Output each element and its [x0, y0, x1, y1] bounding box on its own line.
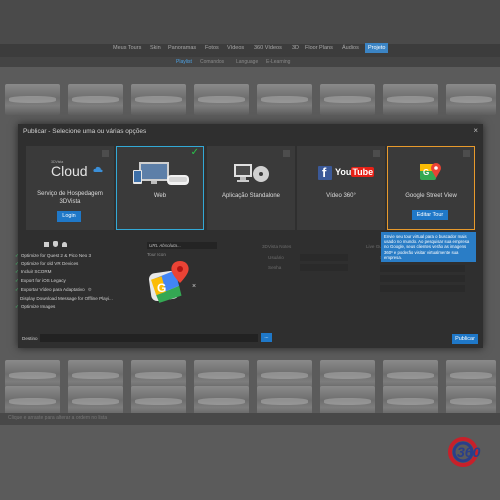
close-icon[interactable]: ×: [473, 126, 478, 135]
app-header: [0, 0, 500, 44]
panorama-thumb[interactable]: [446, 84, 496, 115]
android-icon: [62, 242, 67, 247]
footer-bar: Clique e arraste para alterar a ordem no…: [0, 413, 500, 425]
server-input[interactable]: [380, 265, 465, 272]
subtab-playlist[interactable]: Playlist: [176, 59, 192, 65]
checkbox[interactable]: [463, 150, 470, 157]
card-cloud-hosting[interactable]: 3DVista Cloud Serviço de Hospedagem 3DVi…: [26, 146, 114, 230]
footer-hint: Clique e arraste para alterar a ordem no…: [8, 415, 108, 421]
panorama-thumb[interactable]: [131, 84, 186, 115]
tab-floor-plans[interactable]: Floor Plans: [305, 45, 333, 51]
brand-360-logo: 360: [448, 437, 481, 467]
tab-videos[interactable]: Vídeos: [227, 45, 244, 51]
apple-icon: [53, 241, 58, 247]
publish-button[interactable]: Publicar: [452, 334, 478, 344]
server-input-3[interactable]: [380, 285, 465, 292]
tab-meus-tours[interactable]: Meus Tours: [113, 45, 141, 51]
username-label: Usuário: [268, 255, 284, 260]
panorama-thumb[interactable]: [194, 84, 249, 115]
check-icon: ✓: [15, 287, 19, 292]
option-old-vr[interactable]: ✓ Optimize for old VR Devices: [15, 261, 78, 267]
tab-projeto[interactable]: Projeto: [365, 43, 389, 53]
computer-disc-icon: [234, 164, 269, 182]
url-input[interactable]: URL Absoluta...: [147, 242, 217, 249]
destination-input[interactable]: [40, 334, 258, 342]
street-view-icon: G: [420, 163, 441, 180]
tour-icon-label: Tour Icon: [147, 252, 166, 257]
gear-icon[interactable]: ⚙: [88, 287, 92, 292]
checkbox[interactable]: [102, 150, 109, 157]
svg-text:G: G: [157, 281, 166, 295]
server-input-2[interactable]: [380, 275, 465, 282]
panorama-thumb[interactable]: [320, 84, 375, 115]
street-view-tooltip: Envie seu tour virtual para o buscador m…: [381, 232, 476, 262]
edit-tour-button[interactable]: Editar Tour: [412, 210, 448, 220]
notes-label: 3DVista Notes: [262, 244, 292, 249]
panorama-thumb[interactable]: [383, 84, 438, 115]
card-label-line1: Serviço de Hospedagem: [37, 191, 103, 197]
youtube-icon: YouTube: [335, 167, 375, 177]
option-quest2[interactable]: ✓ Optimize for Quest 2 & Pico Neo 3: [15, 253, 91, 259]
tab-3d[interactable]: 3D: [292, 45, 299, 51]
svg-text:×: ×: [192, 283, 196, 290]
check-icon[interactable]: ✓: [191, 147, 199, 158]
login-button[interactable]: Login: [57, 211, 81, 222]
svg-text:360: 360: [457, 444, 481, 460]
card-street-view[interactable]: G Google Street View Editar Tour: [387, 146, 475, 230]
google-maps-tour-icon[interactable]: G ×: [147, 258, 199, 306]
option-adaptive-video[interactable]: ✓ Exportar Vídeo para Adaptativo ⚙: [15, 287, 92, 293]
check-icon: ✓: [15, 304, 19, 309]
subtab-comandos[interactable]: Comandos: [200, 59, 224, 65]
password-input[interactable]: [300, 264, 348, 271]
checkbox[interactable]: [283, 150, 290, 157]
card-web[interactable]: ✓ Web: [116, 146, 204, 230]
live-guided-label: Live Gu: [366, 244, 382, 249]
password-label: Senha: [268, 265, 282, 270]
tab-fotos[interactable]: Fotos: [205, 45, 219, 51]
card-standalone[interactable]: Aplicação Standalone: [207, 146, 295, 230]
tab-360-videos[interactable]: 360 Vídeos: [254, 45, 282, 51]
card-label: Web: [153, 193, 167, 199]
check-icon: ✓: [15, 269, 19, 274]
card-label: Aplicação Standalone: [221, 193, 281, 199]
card-label: Google Street View: [405, 193, 457, 199]
destination-label: Destino: [22, 336, 38, 341]
platform-icons: [44, 241, 72, 248]
sub-nav: Playlist Comandos Language E-Learning: [0, 57, 500, 67]
check-icon: ✓: [15, 253, 19, 258]
facebook-icon: f: [318, 165, 332, 180]
username-input[interactable]: [300, 254, 348, 261]
tab-audios[interactable]: Áudios: [342, 45, 359, 51]
card-video-360[interactable]: f YouTube Vídeo 360°: [297, 146, 385, 230]
panorama-thumb[interactable]: [68, 84, 123, 115]
dialog-title: Publicar - Selecione uma ou várias opçõe…: [23, 128, 147, 135]
cloud-logo-text: Cloud: [51, 163, 88, 179]
main-nav: Meus Tours Skin Panoramas Fotos Vídeos 3…: [0, 43, 500, 57]
card-label-line2: 3DVista: [59, 199, 81, 205]
checkbox[interactable]: [373, 150, 380, 157]
svg-text:G: G: [423, 168, 429, 177]
browse-button[interactable]: ...: [261, 333, 272, 342]
tab-skin[interactable]: Skin: [150, 45, 161, 51]
subtab-elearning[interactable]: E-Learning: [266, 59, 290, 65]
panorama-thumb[interactable]: [5, 84, 60, 115]
option-scorm[interactable]: ✓ Incluir SCORM: [15, 269, 52, 275]
windows-icon: [44, 242, 49, 247]
devices-icon: [133, 162, 189, 185]
cloud-icon: [93, 166, 103, 173]
card-label: Vídeo 360°: [326, 193, 356, 199]
subtab-language[interactable]: Language: [236, 59, 258, 65]
option-download-message[interactable]: Display Download Message for Offline Pla…: [20, 296, 113, 301]
option-ios-legacy[interactable]: ✓ Export for iOS Legacy: [15, 278, 66, 284]
tab-panoramas[interactable]: Panoramas: [168, 45, 196, 51]
option-optimize-images[interactable]: ✓ Optimize Images: [15, 304, 55, 310]
check-icon: ✓: [15, 278, 19, 283]
panorama-thumb[interactable]: [257, 84, 312, 115]
check-icon: ✓: [15, 261, 19, 266]
